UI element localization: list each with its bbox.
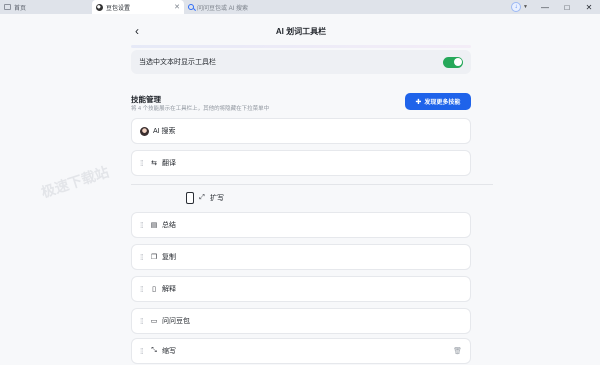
divider — [131, 45, 471, 48]
doubao-icon — [96, 3, 103, 11]
close-tab-icon[interactable]: ✕ — [174, 3, 180, 11]
chat-icon: ▭ — [150, 318, 158, 325]
copy-icon: ❐ — [150, 254, 158, 261]
skill-label: 问问豆包 — [162, 318, 190, 325]
button-label: 发现更多技能 — [424, 100, 461, 106]
skill-label: 缩写 — [162, 348, 176, 355]
page-title: AI 划词工具栏 — [275, 27, 327, 36]
summary-icon: ▤ — [150, 222, 158, 229]
skill-item-ai-search[interactable]: AI 搜索 — [131, 118, 471, 144]
tab-label: 豆包设置 — [106, 5, 131, 12]
show-toolbar-setting: 当选中文本时显示工具栏 — [131, 50, 471, 74]
skill-label: 总结 — [162, 222, 176, 229]
tab-search[interactable]: 问问豆包或 AI 搜索 — [184, 0, 344, 14]
skill-item-explain[interactable]: ⁞⁞ ▯ 解释 — [131, 276, 471, 302]
drag-cursor-icon — [186, 192, 194, 204]
tab-label: 首页 — [14, 5, 27, 12]
expand-icon: ⤢ — [199, 194, 205, 201]
drag-handle-icon[interactable]: ⁞⁞ — [140, 317, 146, 326]
section-subtitle: 将 4 个技能展示在工具栏上，其他的将隐藏在下拉菜单中 — [131, 106, 270, 112]
tab-home[interactable]: 首页 — [0, 0, 92, 14]
close-button[interactable]: ✕ — [578, 0, 600, 14]
drag-handle-icon[interactable]: ⁞⁞ — [140, 347, 146, 356]
skill-item-ask-doubao[interactable]: ⁞⁞ ▭ 问问豆包 — [131, 308, 471, 334]
shrink-icon: ⤡ — [151, 347, 157, 354]
skill-item-shrink[interactable]: ⁞⁞ ⤡ 缩写 🗑 — [131, 338, 471, 364]
settings-page: 极速下载站 ‹ AI 划词工具栏 当选中文本时显示工具栏 技能管理 将 4 个技… — [0, 14, 600, 365]
discover-skills-button[interactable]: ✚ 发现更多技能 — [405, 93, 471, 110]
search-icon — [188, 4, 194, 10]
skill-item-summary[interactable]: ⁞⁞ ▤ 总结 — [131, 212, 471, 238]
show-toolbar-toggle[interactable] — [443, 56, 463, 68]
window-controls: ↓ ▼ — □ ✕ — [511, 0, 600, 14]
skill-label: 扩写 — [210, 195, 224, 202]
minimize-button[interactable]: — — [534, 0, 556, 14]
drag-handle-icon[interactable]: ⁞⁞ — [140, 253, 146, 262]
sparkle-plus-icon: ✚ — [415, 98, 422, 106]
skill-item-copy[interactable]: ⁞⁞ ❐ 复制 — [131, 244, 471, 270]
trash-icon[interactable]: 🗑 — [453, 347, 462, 355]
setting-label: 当选中文本时显示工具栏 — [139, 59, 216, 66]
skill-item-expand-dragging[interactable]: ⤢ 扩写 — [186, 190, 224, 206]
drag-handle-icon[interactable]: ⁞⁞ — [140, 159, 146, 168]
skill-label: AI 搜索 — [153, 128, 176, 135]
skill-label: 翻译 — [162, 160, 176, 167]
skill-label: 复制 — [162, 254, 176, 261]
page-header: ‹ AI 划词工具栏 — [130, 24, 472, 40]
drop-indicator — [131, 184, 493, 185]
skill-label: 解释 — [162, 286, 176, 293]
drag-handle-icon[interactable]: ⁞⁞ — [140, 221, 146, 230]
home-icon — [4, 4, 11, 10]
tab-doubao-settings[interactable]: 豆包设置 ✕ — [92, 0, 184, 14]
download-icon[interactable]: ↓ — [511, 2, 522, 12]
doubao-avatar-icon — [140, 126, 149, 136]
drag-handle-icon[interactable]: ⁞⁞ — [140, 285, 146, 294]
translate-icon: ⇆ — [151, 160, 157, 167]
browser-tab-bar: 首页 豆包设置 ✕ 问问豆包或 AI 搜索 ↓ ▼ — □ ✕ — [0, 0, 600, 14]
watermark: 极速下载站 — [39, 163, 111, 201]
explain-icon: ▯ — [152, 286, 156, 293]
tab-label: 问问豆包或 AI 搜索 — [197, 5, 249, 12]
maximize-button[interactable]: □ — [556, 0, 578, 14]
chevron-down-icon[interactable]: ▼ — [523, 4, 528, 10]
skill-item-translate[interactable]: ⁞⁞ ⇆ 翻译 — [131, 150, 471, 176]
